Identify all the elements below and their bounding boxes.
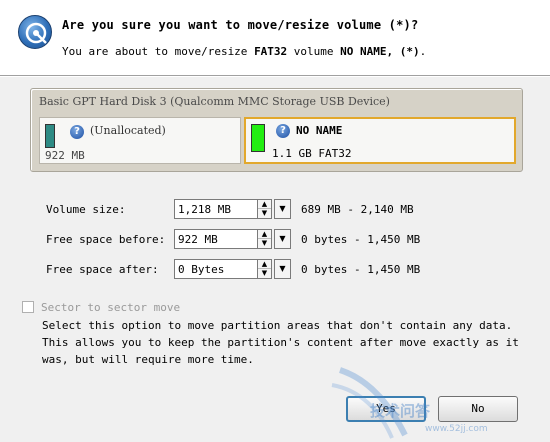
stepper-down-icon[interactable]: ▼ [258,239,271,248]
volume-size-label: Volume size: [46,203,126,216]
watermark-url: www.52jj.com [425,424,488,434]
partition-size: 922 MB [45,149,85,162]
dialog-subtitle: You are about to move/resize FAT32 volum… [62,45,427,58]
sector-move-label: Sector to sector move [41,301,181,314]
stepper-up-icon[interactable]: ▲ [258,230,271,239]
help-icon: ? [70,125,84,139]
free-after-stepper[interactable]: ▲ ▼ [257,259,272,279]
partition-no-name[interactable]: ? NO NAME 1.1 GB FAT32 [244,117,516,164]
volume-size-input[interactable]: 1,218 MB [174,199,262,219]
free-after-label: Free space after: [46,263,159,276]
partition-name: (Unallocated) [90,124,166,137]
partition-unallocated[interactable]: ? (Unallocated) 922 MB [39,117,241,164]
free-before-stepper[interactable]: ▲ ▼ [257,229,272,249]
volume-size-stepper[interactable]: ▲ ▼ [257,199,272,219]
dialog-title: Are you sure you want to move/resize vol… [62,18,419,32]
free-before-range: 0 bytes - 1,450 MB [301,233,421,246]
stepper-up-icon[interactable]: ▲ [258,200,271,209]
free-after-unit-dropdown[interactable]: ▼ [274,259,291,279]
free-before-label: Free space before: [46,233,166,246]
partition-name: NO NAME [296,124,343,137]
disk-map: Basic GPT Hard Disk 3 (Qualcomm MMC Stor… [30,88,523,172]
help-icon: ? [276,124,290,138]
chevron-down-icon: ▼ [279,204,286,213]
free-before-input[interactable]: 922 MB [174,229,262,249]
free-after-input[interactable]: 0 Bytes [174,259,262,279]
partition-color-swatch [45,124,55,148]
chevron-down-icon: ▼ [279,264,286,273]
volume-size-unit-dropdown[interactable]: ▼ [274,199,291,219]
partition-size: 1.1 GB FAT32 [272,147,352,160]
stepper-down-icon[interactable]: ▼ [258,269,271,278]
dialog-header: Are you sure you want to move/resize vol… [0,0,550,75]
stepper-up-icon[interactable]: ▲ [258,260,271,269]
sector-move-checkbox[interactable] [22,301,34,313]
partition-color-swatch [251,124,265,152]
chevron-down-icon: ▼ [279,234,286,243]
sector-move-description: Select this option to move partition are… [42,319,519,366]
header-separator [0,75,550,77]
yes-button[interactable]: Yes [346,396,426,422]
volume-size-range: 689 MB - 2,140 MB [301,203,414,216]
stepper-down-icon[interactable]: ▼ [258,209,271,218]
free-before-unit-dropdown[interactable]: ▼ [274,229,291,249]
disk-wizard-icon [18,15,52,49]
no-button[interactable]: No [438,396,518,422]
free-after-range: 0 bytes - 1,450 MB [301,263,421,276]
disk-title: Basic GPT Hard Disk 3 (Qualcomm MMC Stor… [39,95,390,108]
